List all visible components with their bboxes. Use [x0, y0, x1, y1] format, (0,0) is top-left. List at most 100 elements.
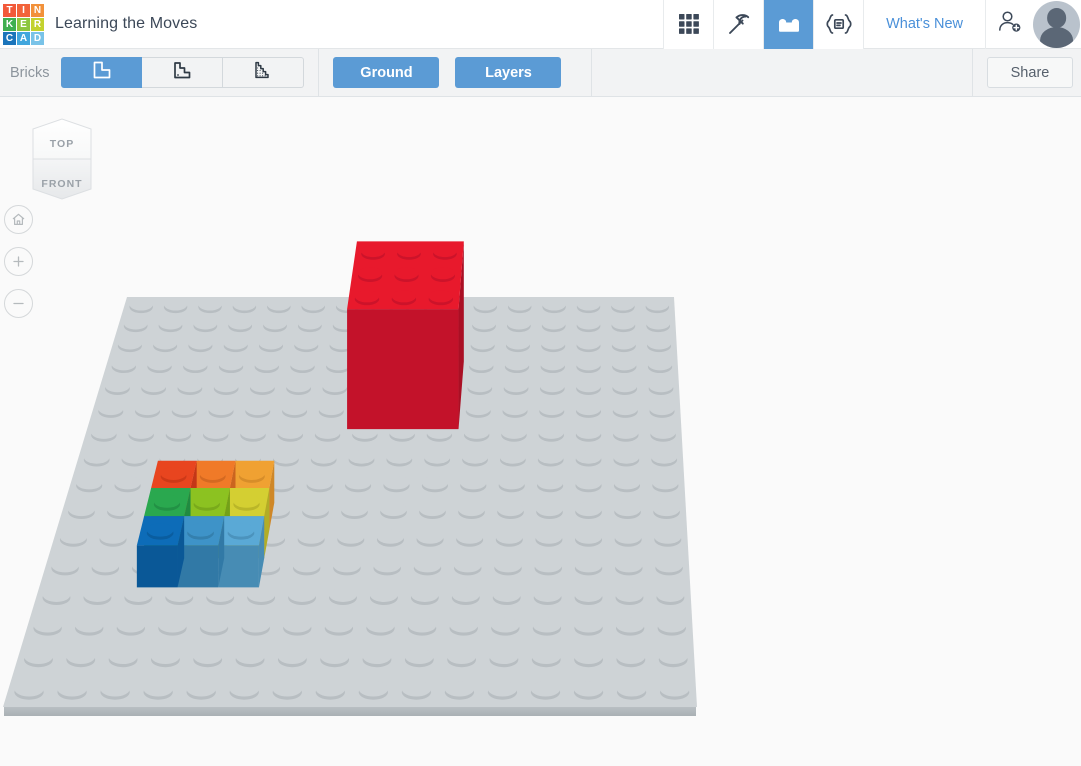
baseplate-stud	[165, 425, 192, 442]
baseplate-stud	[114, 475, 141, 493]
brick-stud	[238, 467, 265, 480]
mode-tab-group	[663, 0, 864, 49]
baseplate-stud	[111, 357, 136, 374]
baseplate-stud	[654, 529, 682, 547]
mode-tab-bricks[interactable]	[763, 0, 814, 49]
layers-button[interactable]: Layers	[455, 57, 562, 88]
baseplate-stud	[612, 357, 637, 374]
brick-stud	[358, 267, 383, 280]
baseplate-stud	[369, 587, 398, 606]
brick-front-face	[136, 545, 178, 588]
baseplate-stud	[491, 617, 520, 636]
baseplate-stud	[277, 649, 307, 668]
baseplate-stud	[447, 649, 477, 668]
baseplate-stud	[542, 298, 566, 314]
baseplate-stud	[504, 357, 530, 374]
brick-stud	[160, 467, 187, 480]
baseplate-stud	[33, 617, 62, 636]
baseplate-stud	[366, 617, 395, 636]
baseplate-stud	[616, 649, 646, 668]
baseplate-stud	[229, 681, 259, 700]
brick-canvas[interactable]: TOP FRONT	[0, 97, 1081, 766]
baseplate-stud	[235, 649, 265, 668]
baseplate-stud	[193, 317, 218, 333]
baseplate-stud	[424, 450, 451, 467]
avatar-head	[1046, 8, 1067, 29]
user-avatar[interactable]	[1033, 0, 1080, 48]
mode-tab-gallery[interactable]	[663, 0, 714, 49]
brick-stud	[433, 245, 457, 258]
red-brick-block[interactable]	[347, 241, 464, 430]
baseplate-stud	[655, 558, 683, 576]
baseplate-stud	[206, 587, 235, 606]
baseplate-stud	[541, 337, 566, 353]
baseplate-stud	[539, 402, 565, 418]
baseplate-stud	[314, 425, 341, 442]
ground-button[interactable]: Ground	[333, 57, 440, 88]
baseplate-stud	[541, 317, 566, 333]
rainbow-brick-block[interactable]	[136, 460, 275, 588]
baseplate-stud	[616, 617, 645, 636]
baseplate-stud	[177, 379, 203, 395]
baseplate-stud	[647, 357, 673, 374]
baseplate-stud	[613, 450, 640, 467]
baseplate-stud	[487, 681, 518, 700]
baseplate-stud	[147, 357, 172, 374]
baseplate-stud	[657, 617, 686, 636]
baseplate-stud	[151, 649, 180, 668]
tinkercad-logo[interactable]: TIN KER CAD	[3, 3, 44, 45]
mode-tab-codeblocks[interactable]	[813, 0, 864, 49]
share-button[interactable]: Share	[987, 57, 1073, 88]
baseplate-stud	[533, 587, 562, 606]
brick-stud	[354, 290, 380, 303]
baseplate-stud	[223, 337, 248, 353]
brick-scene[interactable]	[0, 97, 1081, 766]
baseplate-stud	[165, 587, 194, 606]
baseplate-stud	[472, 317, 496, 333]
baseplate-stud	[456, 529, 484, 547]
baseplate-stud	[108, 649, 138, 668]
baseplate-stud	[645, 298, 670, 314]
baseplate-stud	[386, 450, 413, 467]
baseplate-stud	[57, 681, 87, 700]
baseplate-stud	[68, 502, 95, 520]
brick-stud	[397, 245, 421, 258]
baseplate-stud	[503, 379, 529, 395]
rainbow-brick-cell	[136, 516, 185, 588]
whats-new-link[interactable]: What's New	[863, 0, 985, 49]
brick-resolution-medium[interactable]	[142, 57, 224, 88]
baseplate-stud	[658, 649, 688, 668]
baseplate-stud	[301, 298, 325, 314]
baseplate-stud	[337, 529, 365, 547]
brick-stud	[428, 290, 454, 303]
baseplate-stud	[141, 379, 166, 395]
baseplate-stud	[315, 681, 345, 700]
toolbar-divider-right	[972, 48, 973, 97]
baseplate-stud	[283, 617, 312, 636]
baseplate-stud	[322, 379, 348, 395]
baseplate-stud	[124, 587, 153, 606]
app-header: TINKERCAD Learning the Moves What's New	[0, 0, 1081, 49]
baseplate-stud	[329, 587, 357, 606]
mode-tab-3d-design[interactable]	[713, 0, 764, 49]
baseplate-stud	[362, 649, 392, 668]
baseplate-stud	[143, 681, 173, 700]
brick-resolution-large[interactable]	[61, 57, 143, 88]
baseplate-stud	[576, 337, 601, 353]
brick-stud	[361, 245, 385, 258]
baseplate-stud	[540, 357, 565, 374]
baseplate-stud	[199, 617, 229, 636]
add-person-button[interactable]	[985, 0, 1033, 49]
brick-stud	[233, 494, 260, 508]
baseplate-stud	[188, 337, 213, 353]
baseplate-stud	[532, 617, 562, 636]
red-brick-body	[347, 241, 464, 430]
baseplate-stud	[193, 649, 223, 668]
baseplate-stud	[171, 402, 197, 418]
brick-resolution-small[interactable]	[223, 57, 305, 88]
baseplate-stud	[123, 317, 148, 333]
baseplate-stud	[460, 475, 487, 493]
baseplate-stud	[611, 317, 636, 333]
baseplate-stud	[282, 402, 308, 418]
brick-stud	[394, 267, 419, 280]
